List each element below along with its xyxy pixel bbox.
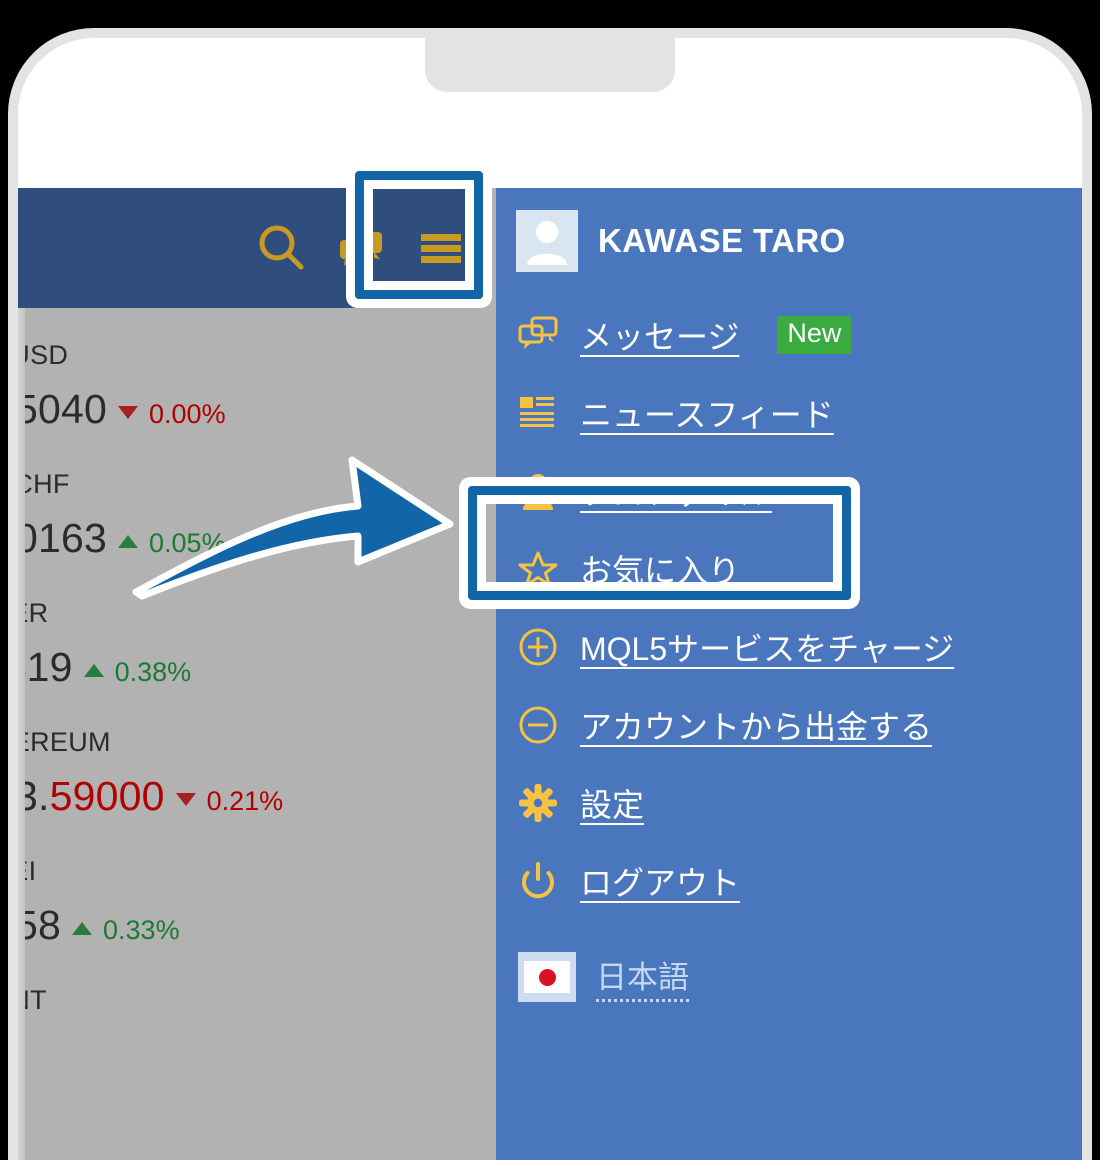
quote-row[interactable]: ENT (18, 981, 482, 1110)
power-icon (518, 861, 558, 901)
sidebar-item-label: ニュースフィード (580, 397, 834, 433)
flag-field (524, 961, 570, 993)
quote-price-dec: 59000 (49, 773, 165, 819)
quote-symbol: PUSD (18, 340, 69, 370)
quote-change-pct: 0.00% (149, 399, 226, 429)
quote-row[interactable]: HEREUM 73.59000 0.21% (18, 723, 482, 852)
sidebar-item-label: メッセージ (580, 319, 740, 355)
sidebar-item-logout[interactable]: ログアウト (518, 842, 1082, 920)
news-feed-icon (518, 393, 558, 433)
japan-flag-icon (518, 952, 576, 1002)
sidebar-item-news-feed[interactable]: ニュースフィード (518, 374, 1082, 452)
flag-sun-disc (538, 968, 556, 986)
quote-change-pct: 0.33% (103, 915, 180, 945)
gear-icon (518, 783, 558, 823)
quote-price: 73.59000 (18, 773, 165, 820)
sidebar-item-label: アカウントから出金する (580, 709, 933, 745)
sidebar-item-label: MQL5サービスをチャージ (580, 631, 955, 667)
quote-change-pct: 0.21% (206, 786, 284, 816)
quote-row[interactable]: KEI 058 0.33% (18, 852, 482, 981)
sidebar-menu: メッセージ New ニュースフィード プロファイル お気に入り MQL5サービス… (496, 290, 1082, 920)
minus-circle-icon (518, 705, 558, 745)
app-screen: PUSD 25040 0.00% OCHF 90163 0.05% (18, 188, 1082, 1160)
new-badge: New (777, 316, 852, 354)
highlight-hamburger-button (355, 171, 483, 299)
trend-down-icon (175, 793, 196, 806)
trend-up-icon (83, 664, 104, 677)
trend-down-icon (118, 406, 139, 419)
sidebar-item-withdraw[interactable]: アカウントから出金する (518, 686, 1082, 764)
quotes-scrollbar[interactable] (18, 308, 25, 1160)
language-selector[interactable]: 日本語 (518, 952, 1082, 1002)
account-sidebar: KAWASE TARO メッセージ New ニュースフィード プロファイル お気… (496, 188, 1082, 1160)
sidebar-scroll-track[interactable] (482, 188, 496, 1160)
highlight-profile-item (468, 486, 851, 600)
sidebar-item-messages[interactable]: メッセージ New (518, 296, 1082, 374)
quote-price: 25040 (18, 386, 108, 432)
user-name: KAWASE TARO (598, 222, 846, 259)
search-icon[interactable] (254, 221, 308, 275)
quote-price: .419 (18, 644, 73, 690)
sidebar-item-charge-mql5[interactable]: MQL5サービスをチャージ (518, 608, 1082, 686)
sidebar-item-label: 設定 (580, 787, 645, 823)
quote-change-pct: 0.38% (114, 657, 192, 687)
message-bubble-icon (518, 315, 558, 355)
trend-up-icon (72, 922, 93, 935)
screenshot-stage: PUSD 25040 0.00% OCHF 90163 0.05% (0, 0, 1100, 1160)
quote-symbol: ENT (18, 985, 47, 1015)
sidebar-item-label: ログアウト (580, 865, 741, 901)
user-avatar-icon (516, 210, 578, 272)
quote-symbol: HEREUM (18, 727, 111, 757)
phone-notch (425, 38, 675, 92)
quote-symbol: KEI (18, 856, 37, 886)
sidebar-user-header[interactable]: KAWASE TARO (496, 188, 1082, 290)
quotes-list[interactable]: PUSD 25040 0.00% OCHF 90163 0.05% (18, 308, 482, 1160)
plus-circle-icon (518, 627, 558, 667)
language-label: 日本語 (596, 952, 689, 1002)
curved-pointer-arrow (90, 440, 490, 640)
sidebar-item-settings[interactable]: 設定 (518, 764, 1082, 842)
